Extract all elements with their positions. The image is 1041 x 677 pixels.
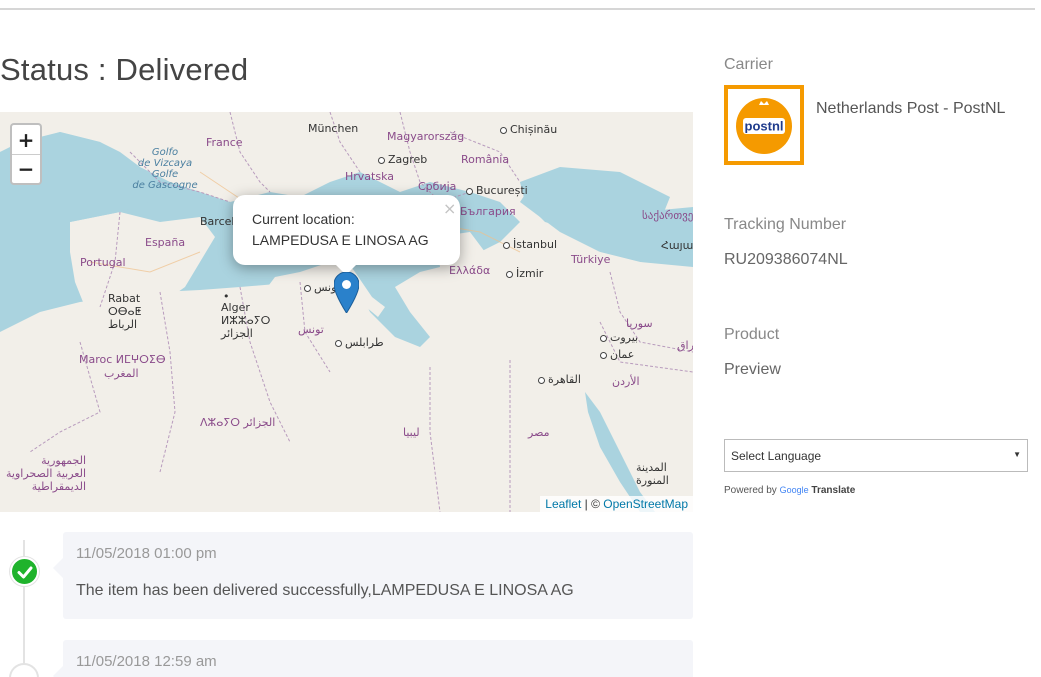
map-label-bucuresti: București (466, 184, 528, 197)
product-label: Product (724, 326, 780, 343)
map-label-maroc: Maroc ⵍⵎⵖⵔⵉⴱ (79, 353, 166, 366)
postnl-logo-icon: postnl (736, 98, 792, 154)
svg-text:postnl: postnl (745, 119, 784, 134)
map-label-france: France (206, 136, 243, 149)
carrier-name: Netherlands Post - PostNL (816, 100, 1006, 117)
page-title: Status : Delivered (0, 52, 249, 87)
map-label-munchen: München (308, 122, 359, 135)
map-label-izmir: İzmir (506, 267, 543, 280)
delivered-check-icon (10, 557, 39, 586)
map-label-bay-biscay: Golfo de Vizcaya Golfe de Gascogne (132, 147, 198, 191)
location-popup: Current location: LAMPEDUSA E LINOSA AG (233, 195, 460, 265)
map-label-madina: المدينة المنورة (636, 461, 669, 487)
zoom-in-button[interactable]: + (12, 125, 40, 154)
map-marker-icon[interactable] (334, 272, 359, 313)
map-label-sakartvelo: საქართველ (642, 209, 693, 222)
leaflet-link[interactable]: Leaflet (545, 497, 581, 511)
map-label-portugal: Portugal (80, 256, 126, 269)
map-label-amman: عمان (600, 348, 634, 361)
map-label-iraq: راق (677, 339, 693, 352)
map-label-romania: România (461, 153, 510, 166)
dropdown-arrow-icon: ▼ (1013, 450, 1021, 459)
language-select-value: Select Language (731, 449, 822, 463)
map-label-srbija: Србија (418, 180, 457, 193)
product-value: Preview (724, 361, 781, 378)
google-logo: Google (779, 485, 809, 495)
map-label-libya: ليبيا (403, 426, 420, 439)
map-label-espana: España (145, 236, 186, 249)
map-label-bulgaria: България (460, 205, 516, 218)
map-label-cairo: القاهرة (538, 373, 581, 386)
top-divider (0, 8, 1035, 10)
map-label-magyarorszag: Magyarország (387, 130, 465, 143)
map-label-syria: سوريا (626, 317, 653, 330)
openstreetmap-link[interactable]: OpenStreetMap (603, 497, 688, 511)
map-label-ellada: Ελλάδα (449, 264, 491, 277)
popup-location: LAMPEDUSA E LINOSA AG (252, 232, 429, 248)
map-label-sahrawi: الجمهورية العربية الصحراوية الديمقراطية (6, 454, 87, 493)
map-label-zagreb: Zagreb (378, 153, 427, 166)
map-label-tounes: تونس (298, 323, 324, 336)
powered-by-google-translate[interactable]: Powered by Google Translate (724, 485, 855, 496)
event-time: 11/05/2018 01:00 pm (76, 545, 217, 562)
carrier-label: Carrier (724, 56, 773, 73)
map-label-beirut: بيروت (600, 331, 638, 344)
map-label-istanbul: İstanbul (503, 238, 557, 251)
postnl-logo: postnl (724, 85, 804, 165)
popup-label: Current location: (252, 211, 355, 227)
map-label-tarabulus: طرابلس (335, 336, 384, 349)
map-label-barcel: Barcel (200, 215, 235, 228)
map-label-dzayer: ⴷⵣⴰⵢⵔ الجزائر (200, 416, 276, 429)
map-label-maghrib: المغرب (104, 367, 139, 380)
timeline-event: 11/05/2018 12:59 am (53, 640, 693, 677)
event-time: 11/05/2018 12:59 am (76, 653, 217, 670)
map-attribution: Leaflet | © OpenStreetMap (540, 496, 693, 512)
event-message: The item has been delivered successfully… (76, 582, 574, 599)
timeline-dot (9, 663, 39, 677)
map-label-turkiye: Türkiye (571, 253, 611, 266)
timeline-event: 11/05/2018 01:00 pm The item has been de… (53, 532, 693, 619)
map-label-hayastan: Հայաս (661, 239, 693, 252)
map-label-alger-names: Alger ⵍⵣⵣⴰⵢⵔ الجزائر (221, 301, 271, 340)
map-label-masr: مصر (528, 426, 550, 439)
language-select[interactable]: Select Language ▼ (724, 439, 1028, 472)
popup-close-button[interactable]: × (443, 199, 456, 218)
tracking-number-label: Tracking Number (724, 216, 847, 233)
map-label-chisinau: Chișinău (500, 123, 557, 136)
map-label-rabat: Rabat ⵔⴱⴰⵟ الرباط (108, 292, 142, 331)
zoom-out-button[interactable]: − (12, 154, 40, 183)
map-zoom-control: + − (10, 123, 42, 185)
tracking-number-value: RU209386074NL (724, 251, 848, 268)
map-label-urdun: الأردن (612, 375, 640, 388)
map-label-hrvatska: Hrvatska (345, 170, 395, 183)
